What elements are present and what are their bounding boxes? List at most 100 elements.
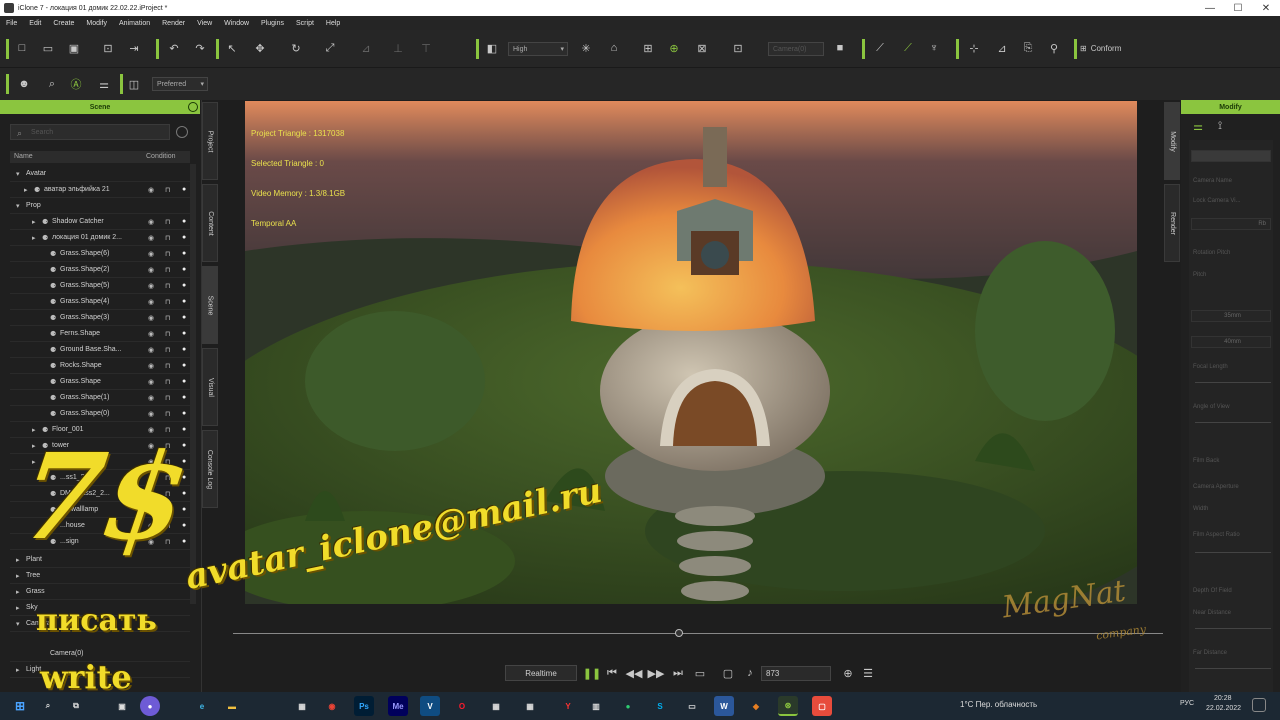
timeline-menu-icon[interactable]: ☰ [861, 666, 875, 680]
search-icon[interactable]: ⌕ [44, 76, 60, 92]
near-distance-slider[interactable] [1195, 628, 1271, 629]
scrollbar[interactable] [190, 164, 196, 604]
audio-icon[interactable]: ♪ [743, 666, 757, 680]
language-indicator[interactable]: РУС [1180, 700, 1194, 707]
visibility-dot-icon[interactable]: ● [182, 410, 186, 417]
save-icon[interactable]: ▣ [66, 40, 82, 56]
tree-item[interactable]: ▸ ⚈ Shadow Catcher ◉ ⊓ ● [10, 214, 190, 230]
eye-icon[interactable]: ◉ [148, 298, 154, 306]
visibility-dot-icon[interactable]: ● [182, 266, 186, 273]
rb-field[interactable]: Rb [1191, 218, 1271, 230]
minimize-button[interactable]: — [1196, 0, 1224, 16]
visibility-dot-icon[interactable]: ● [182, 218, 186, 225]
tree-group[interactable]: ▸ Grass [10, 584, 190, 600]
app-orange-icon[interactable]: ◆ [746, 696, 766, 716]
hierarchy-icon[interactable]: ♆ [926, 40, 942, 56]
eye-icon[interactable]: ◉ [148, 186, 154, 194]
panel-options-icon[interactable] [188, 102, 198, 112]
tree-item[interactable]: ⚈ Ferns.Shape ◉ ⊓ ● [10, 326, 190, 342]
visibility-dot-icon[interactable]: ● [182, 186, 186, 193]
anim-icon[interactable]: Ⓐ [68, 76, 84, 92]
visibility-dot-icon[interactable]: ● [182, 250, 186, 257]
undo-icon[interactable]: ↶ [166, 40, 182, 56]
tree-item[interactable]: ⚈ Grass.Shape(5) ◉ ⊓ ● [10, 278, 190, 294]
app-icon[interactable]: ▭ [682, 696, 702, 716]
loop-icon[interactable]: ▭ [693, 666, 707, 680]
lock-icon[interactable]: ⊓ [165, 394, 170, 402]
realtime-dropdown[interactable]: Realtime [505, 665, 577, 681]
eye-icon[interactable]: ◉ [148, 266, 154, 274]
lock-icon[interactable]: ⊓ [165, 298, 170, 306]
timeline-track[interactable] [233, 633, 1163, 634]
search-input[interactable]: ⌕ Search [10, 124, 170, 140]
align-icon[interactable]: ⊿ [358, 40, 374, 56]
add-icon[interactable]: ⊕ [666, 40, 682, 56]
expand-arrow-icon[interactable]: ▸ [32, 218, 36, 226]
menu-window[interactable]: Window [224, 20, 249, 27]
mixer-icon[interactable]: ⚌ [96, 76, 112, 92]
lens-35mm[interactable]: 35mm [1191, 310, 1271, 322]
search-icon[interactable]: ⌕ [38, 696, 58, 716]
visibility-dot-icon[interactable]: ● [182, 282, 186, 289]
visibility-dot-icon[interactable]: ● [182, 522, 186, 529]
expand-arrow-icon[interactable]: ▸ [16, 604, 20, 612]
expand-arrow-icon[interactable]: ▸ [24, 186, 28, 194]
tab-modify[interactable]: Modify [1164, 102, 1180, 180]
tree-group[interactable]: ▾ Prop [10, 198, 190, 214]
tree-item[interactable]: ⚈ Grass.Shape ◉ ⊓ ● [10, 374, 190, 390]
app-icon[interactable]: ▥ [586, 696, 606, 716]
lock-icon[interactable]: ⊓ [165, 378, 170, 386]
page-icon[interactable]: ⎘ [1020, 40, 1036, 56]
tab-render[interactable]: Render [1164, 184, 1180, 262]
lock-icon[interactable]: ⊓ [165, 314, 170, 322]
visibility-dot-icon[interactable]: ● [182, 314, 186, 321]
media-encoder-icon[interactable]: Me [388, 696, 408, 716]
eye-icon[interactable]: ◉ [148, 282, 154, 290]
visibility-dot-icon[interactable]: ● [182, 538, 186, 545]
pivot-icon[interactable]: ⊤ [418, 40, 434, 56]
eye-icon[interactable]: ◉ [148, 410, 154, 418]
app-green-icon[interactable]: ● [618, 696, 638, 716]
menu-render[interactable]: Render [162, 20, 185, 27]
skype-icon[interactable]: S [650, 696, 670, 716]
edge-icon[interactable]: e [192, 696, 212, 716]
camera-icon[interactable]: ■ [832, 40, 848, 56]
windows-start-icon[interactable]: ⊞ [10, 696, 30, 716]
column-name[interactable]: Name [14, 153, 33, 160]
snap-icon[interactable]: ⊥ [390, 40, 406, 56]
tab-visual[interactable]: Visual [202, 348, 218, 426]
menu-view[interactable]: View [197, 20, 212, 27]
camera-settings-icon[interactable]: ⚌ [1189, 118, 1207, 134]
move-icon[interactable]: ✥ [252, 40, 268, 56]
expand-arrow-icon[interactable]: ▸ [16, 588, 20, 596]
eye-icon[interactable]: ◉ [148, 346, 154, 354]
weather-status[interactable]: 1°C Пер. облачность [960, 700, 1037, 709]
app-icon[interactable]: ▦ [520, 696, 540, 716]
conform-button[interactable]: ⊞ Conform [1080, 40, 1140, 56]
aspect-slider[interactable] [1195, 552, 1271, 553]
lock-icon[interactable]: ⊓ [165, 250, 170, 258]
next-frame-icon[interactable]: ▶▶ [648, 666, 665, 680]
pause-icon[interactable]: ❚❚ [583, 666, 601, 680]
lock-icon[interactable]: ⊓ [165, 266, 170, 274]
expand-arrow-icon[interactable]: ▸ [16, 572, 20, 580]
notifications-icon[interactable] [1252, 698, 1266, 712]
visibility-dot-icon[interactable]: ● [182, 378, 186, 385]
tree-group[interactable]: ▸ Tree [10, 568, 190, 584]
eye-icon[interactable]: ◉ [148, 250, 154, 258]
eye-icon[interactable]: ◉ [148, 394, 154, 402]
tree-item[interactable]: ⚈ Grass.Shape(6) ◉ ⊓ ● [10, 246, 190, 262]
path-icon[interactable]: ⟋ [872, 40, 888, 56]
link-icon[interactable]: ⊿ [994, 40, 1010, 56]
expand-arrow-icon[interactable]: ▸ [32, 234, 36, 242]
tree-item[interactable]: ⚈ Grass.Shape(2) ◉ ⊓ ● [10, 262, 190, 278]
angle-of-view-slider[interactable] [1195, 422, 1271, 423]
go-end-icon[interactable]: ⏭ [671, 666, 685, 680]
lock-icon[interactable]: ⊓ [165, 410, 170, 418]
opera-icon[interactable]: O [452, 696, 472, 716]
camera-select[interactable] [1191, 150, 1271, 162]
light-icon[interactable]: ✳ [578, 40, 594, 56]
eye-icon[interactable]: ◉ [148, 378, 154, 386]
frame-icon[interactable]: ⊡ [730, 40, 746, 56]
menu-plugins[interactable]: Plugins [261, 20, 284, 27]
